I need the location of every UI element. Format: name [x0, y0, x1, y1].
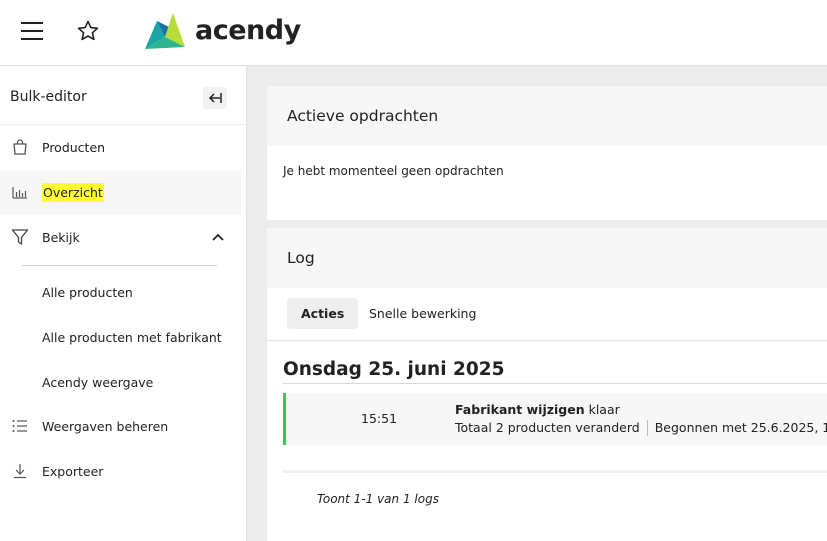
sidebar-item-manage-views[interactable]: Weergaven beheren	[0, 405, 241, 449]
active-jobs-card: Actieve opdrachten Je hebt momenteel gee…	[267, 86, 827, 220]
sidebar-item-label: Overzicht	[42, 171, 104, 215]
submenu-divider	[22, 265, 217, 266]
log-card: Log Acties Snelle bewerking Onsdag 25. j…	[267, 228, 827, 541]
empty-message: Je hebt momenteel geen opdrachten	[283, 164, 504, 178]
day-divider	[283, 383, 827, 384]
detail-separator	[646, 420, 648, 436]
sidebar-item-products[interactable]: Producten	[0, 126, 241, 170]
sidebar-item-label: Exporteer	[42, 464, 104, 479]
card-header: Log	[267, 228, 827, 288]
sidebar-header: Bulk-editor	[0, 66, 247, 125]
log-summary: Totaal 2 producten veranderd	[455, 420, 640, 435]
shopping-bag-icon	[13, 139, 27, 155]
log-time: 15:51	[361, 411, 398, 426]
sidebar-item-label: Bekijk	[42, 230, 80, 245]
tab-quick-edit[interactable]: Snelle bewerking	[369, 298, 476, 329]
sidebar-subitem-all-products-manufacturer[interactable]: Alle producten met fabrikant	[42, 330, 222, 345]
card-title: Log	[287, 249, 315, 267]
star-icon[interactable]	[76, 19, 100, 43]
acendy-logo[interactable]: acendy	[145, 13, 301, 49]
download-icon	[14, 464, 26, 479]
hamburger-icon[interactable]	[21, 22, 43, 40]
sidebar-subitem-all-products[interactable]: Alle producten	[42, 285, 133, 300]
log-list-bottom	[283, 470, 827, 473]
sidebar-subitem-acendy-view[interactable]: Acendy weergave	[42, 375, 153, 390]
log-started: Begonnen met 25.6.2025, 15:51	[654, 420, 827, 435]
top-bar: acendy	[0, 0, 827, 66]
collapse-left-icon	[208, 93, 222, 103]
log-title: Fabrikant wijzigen klaar	[455, 402, 620, 417]
tabs-divider	[267, 340, 827, 341]
log-count: Toont 1-1 van 1 logs	[317, 492, 439, 506]
filter-icon	[11, 229, 29, 245]
log-status: klaar	[584, 402, 620, 417]
acendy-logo-mark	[145, 13, 185, 49]
card-header: Actieve opdrachten	[267, 86, 827, 146]
bar-chart-icon	[12, 187, 27, 199]
log-details: Totaal 2 producten veranderd Begonnen me…	[455, 420, 827, 436]
sidebar-item-label: Weergaven beheren	[42, 419, 169, 434]
log-action: Fabrikant wijzigen	[455, 402, 585, 417]
log-entry[interactable]: 15:51 Fabrikant wijzigen klaar Totaal 2 …	[283, 393, 827, 445]
day-heading: Onsdag 25. juni 2025	[283, 359, 505, 380]
list-icon	[12, 420, 27, 432]
highlighted-label: Overzicht	[42, 183, 104, 202]
card-title: Actieve opdrachten	[287, 107, 439, 125]
chevron-up-icon[interactable]	[211, 232, 225, 242]
sidebar-item-label: Producten	[42, 140, 106, 155]
sidebar-item-overview[interactable]: Overzicht	[0, 171, 241, 215]
sidebar: Bulk-editor Producten Overzicht Bekijk A…	[0, 66, 247, 541]
sidebar-item-view[interactable]: Bekijk	[0, 216, 241, 260]
logo-text: acendy	[195, 15, 301, 46]
tab-actions[interactable]: Acties	[287, 298, 359, 329]
sidebar-title: Bulk-editor	[10, 89, 87, 105]
collapse-sidebar-button[interactable]	[203, 87, 227, 109]
sidebar-item-export[interactable]: Exporteer	[0, 450, 241, 494]
